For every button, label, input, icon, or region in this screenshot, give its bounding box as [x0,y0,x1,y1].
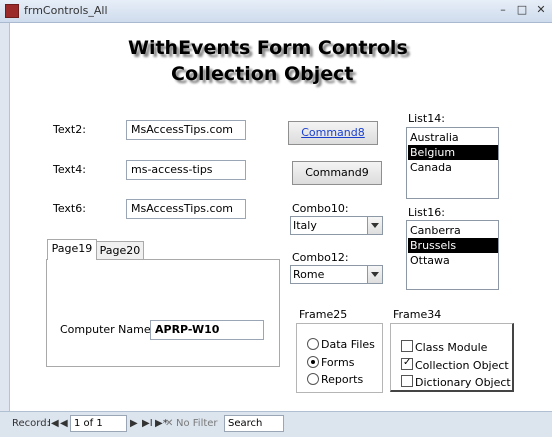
record-label: Record: [12,418,50,429]
last-record-icon[interactable]: ▶I [142,418,153,429]
record-selector[interactable] [0,23,10,411]
window-title: frmControls_All [24,4,108,17]
no-filter-button[interactable]: No Filter [176,418,218,429]
list16-item[interactable]: Canberra [408,223,498,238]
checkbox-class-module-label: Class Module [415,341,488,354]
radio-data-files-label: Data Files [321,338,375,351]
command9-button[interactable]: Command9 [292,161,382,185]
text6-input[interactable]: MsAccessTips.com [126,199,246,219]
tab-page19[interactable]: Page19 [47,239,97,260]
combo10-dropdown[interactable]: Italy [290,216,383,235]
tab-page19-content [46,259,280,367]
access-form-icon [5,4,19,18]
form-heading-line1: WithEvents Form Controls [128,37,408,59]
filter-icon: ✕ [165,418,174,429]
checkbox-collection-object[interactable]: ✓ [401,357,413,370]
radio-reports[interactable] [307,373,319,385]
combo12-dropdown[interactable]: Rome [290,265,383,284]
text4-input[interactable]: ms-access-tips [126,160,246,180]
list16-label: List16: [408,206,445,219]
text4-label: Text4: [53,163,86,176]
radio-data-files[interactable] [307,338,319,350]
checkbox-dictionary-object-label: Dictionary Object [415,376,511,389]
chevron-down-icon [371,272,379,277]
frame25-label: Frame25 [299,308,348,321]
radio-reports-label: Reports [321,373,364,386]
list16-listbox[interactable]: Canberra Brussels Ottawa [406,220,499,290]
list14-label: List14: [408,112,445,125]
combo12-value: Rome [293,268,325,281]
list16-item-selected[interactable]: Brussels [408,238,498,253]
title-bar: frmControls_All – □ ✕ [0,0,552,23]
combo12-dropdown-button[interactable] [367,266,382,283]
tab-page20[interactable]: Page20 [96,241,144,260]
current-record-field[interactable]: 1 of 1 [70,415,127,432]
text6-label: Text6: [53,202,86,215]
next-record-icon[interactable]: ▶ [130,418,138,429]
list14-item[interactable]: Australia [408,130,498,145]
checkbox-dictionary-object[interactable] [401,375,413,387]
maximize-button[interactable]: □ [515,4,529,16]
list14-item-selected[interactable]: Belgium [408,145,498,160]
search-input[interactable]: Search [224,415,284,432]
text2-input[interactable]: MsAccessTips.com [126,120,246,140]
first-record-icon[interactable]: I◀ [48,418,59,429]
previous-record-icon[interactable]: ◀ [60,418,68,429]
radio-selected-dot-icon [311,360,315,364]
minimize-button[interactable]: – [496,4,510,16]
chevron-down-icon [371,223,379,228]
checkmark-icon: ✓ [403,357,412,368]
combo10-value: Italy [293,219,317,232]
frame34-label: Frame34 [393,308,442,321]
checkbox-class-module[interactable] [401,340,413,352]
form-heading-line2: Collection Object [171,63,354,85]
radio-forms[interactable] [307,356,319,368]
command8-button[interactable]: Command8 [288,121,378,145]
computer-name-label: Computer Name: [60,323,155,336]
record-navigation-bar: Record: I◀ ◀ 1 of 1 ▶ ▶I ▶* ✕ No Filter … [0,411,552,437]
close-button[interactable]: ✕ [534,4,548,16]
list14-item[interactable]: Canada [408,160,498,175]
combo10-label: Combo10: [292,202,349,215]
computer-name-input[interactable]: APRP-W10 [150,320,264,340]
checkbox-collection-object-label: Collection Object [415,359,509,372]
command8-label: Command8 [301,126,365,139]
combo12-label: Combo12: [292,251,349,264]
list14-listbox[interactable]: Australia Belgium Canada [406,127,499,199]
combo10-dropdown-button[interactable] [367,217,382,234]
radio-forms-label: Forms [321,356,355,369]
text2-label: Text2: [53,123,86,136]
list16-item[interactable]: Ottawa [408,253,498,268]
